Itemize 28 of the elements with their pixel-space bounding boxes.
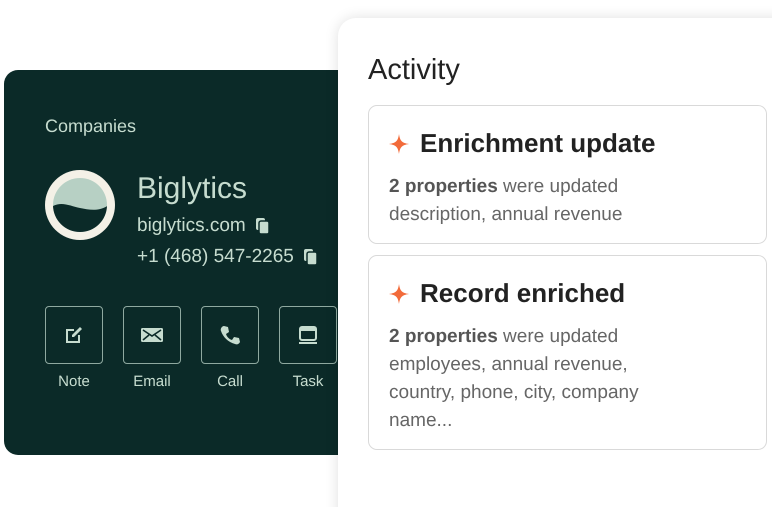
activity-details: description, annual revenue <box>389 203 624 227</box>
edit-icon <box>63 324 85 346</box>
sparkle-icon <box>389 284 409 304</box>
activity-details: employees, annual revenue, country, phone, city, company name... <box>389 353 640 433</box>
action-label: Note <box>58 373 90 390</box>
phone-number: +1 (468) 547-2265 <box>137 246 294 268</box>
copy-icon[interactable] <box>304 249 317 265</box>
action-button[interactable] <box>279 306 337 364</box>
website-link[interactable]: biglytics.com <box>137 215 246 237</box>
action-button[interactable] <box>123 306 181 364</box>
action-button[interactable] <box>201 306 259 364</box>
activity-title: Enrichment update <box>420 128 656 159</box>
action-label: Email <box>133 373 171 390</box>
sparkle-icon <box>389 134 409 154</box>
company-name: Biglytics <box>137 172 248 206</box>
action-button[interactable] <box>45 306 103 364</box>
activity-summary: 2 properties were updated <box>389 325 620 349</box>
company-logo <box>45 170 115 240</box>
activity-title: Record enriched <box>420 278 626 309</box>
activity-summary: 2 properties were updated <box>389 175 620 199</box>
panel-title: Activity <box>368 54 461 87</box>
task-icon <box>297 324 319 346</box>
copy-icon[interactable] <box>256 218 269 234</box>
phone-icon <box>219 324 241 346</box>
section-heading: Companies <box>45 116 138 137</box>
action-label: Task <box>292 373 324 390</box>
action-label: Call <box>217 373 243 390</box>
envelope-icon <box>140 326 164 344</box>
